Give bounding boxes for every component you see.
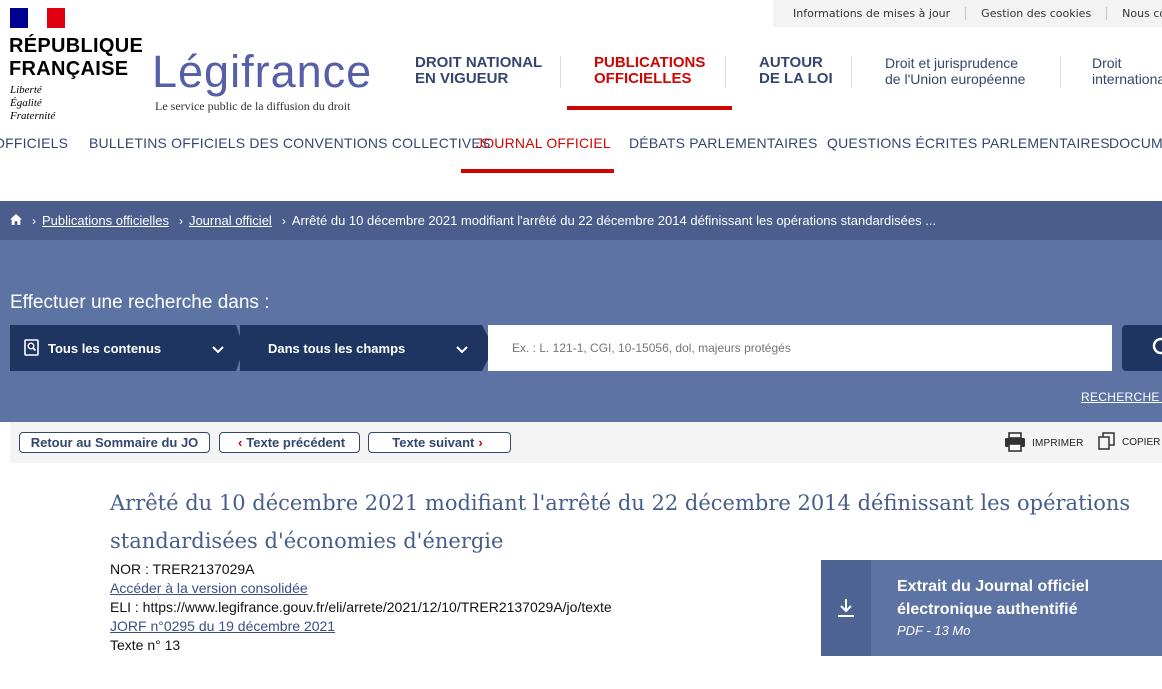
download-size: PDF - 13 Mo <box>897 623 971 638</box>
subnav-officiels[interactable]: OFFICIELS <box>0 135 68 151</box>
eli-value: ELI : https://www.legifrance.gouv.fr/eli… <box>110 599 612 615</box>
chevron-right-icon: › <box>281 213 286 228</box>
contact-link[interactable]: Nous contacter <box>1106 7 1162 20</box>
breadcrumb-publications[interactable]: Publications officielles <box>42 213 169 228</box>
subnav-bulletins-conventions[interactable]: BULLETINS OFFICIELS DES CONVENTIONS COLL… <box>89 135 491 151</box>
breadcrumb: › Publications officielles › Journal off… <box>0 201 1162 240</box>
legifrance-logo[interactable]: Légifrance <box>152 44 372 100</box>
nav-label-line1: Droit <box>1092 55 1122 71</box>
subnav-questions-ecrites[interactable]: QUESTIONS ÉCRITES PARLEMENTAIRES <box>827 135 1110 151</box>
copy-label: COPIER LE TEXTE <box>1122 437 1162 448</box>
content-scope-value: Tous les contenus <box>48 340 162 356</box>
search-document-icon <box>24 339 40 360</box>
back-to-summary-button[interactable]: Retour au Sommaire du JO <box>19 432 210 453</box>
chevron-right-icon: › <box>32 213 36 228</box>
devise-egalite: Égalité <box>10 97 42 109</box>
rf-line2: FRANÇAISE <box>9 58 129 80</box>
subnav-active-indicator <box>461 169 614 173</box>
back-label: Retour au Sommaire du JO <box>30 435 199 450</box>
search-submit-button[interactable] <box>1122 325 1162 371</box>
nav-label-line2: EN VIGUEUR <box>415 70 509 87</box>
republique-francaise-logo[interactable]: RÉPUBLIQUE FRANÇAISE <box>9 35 143 81</box>
document-title-line1: Arrêté du 10 décembre 2021 modifiant l'a… <box>110 491 1131 515</box>
search-input[interactable] <box>488 325 1112 371</box>
utility-bar: Informations de mises à jour Gestion des… <box>773 0 1162 27</box>
tagline: Le service public de la diffusion du dro… <box>155 99 351 113</box>
rf-line1: RÉPUBLIQUE <box>9 35 144 57</box>
download-title-line2: électronique authentifié <box>897 601 1078 618</box>
copy-icon <box>1098 432 1116 453</box>
next-text-button[interactable]: Texte suivant › <box>368 432 511 453</box>
nav-label-line2: OFFICIELLES <box>594 70 692 87</box>
nav-publications-officielles[interactable]: PUBLICATIONS OFFICIELLES <box>594 55 705 105</box>
updates-info-link[interactable]: Informations de mises à jour <box>773 7 965 20</box>
printer-icon <box>1004 432 1026 455</box>
nav-divider <box>1060 56 1061 88</box>
nav-label-line2: de l'Union européenne <box>885 71 1026 87</box>
marianne-flag-icon <box>10 8 65 28</box>
nav-label-line2: international <box>1092 71 1162 87</box>
download-authentic-extract[interactable]: Extrait du Journal officiel électronique… <box>821 560 1162 656</box>
print-button[interactable]: IMPRIMER <box>1004 432 1084 455</box>
document-title-line2: standardisées d'économies d'énergie <box>110 529 504 553</box>
nav-divider <box>725 56 726 88</box>
subnav-journal-officiel[interactable]: JOURNAL OFFICIEL <box>476 135 611 151</box>
nav-label-line1: DROIT NATIONAL <box>415 54 543 71</box>
jorf-link[interactable]: JORF n°0295 du 19 décembre 2021 <box>110 618 335 634</box>
home-icon[interactable] <box>10 213 22 228</box>
previous-label: Texte précédent <box>246 435 346 450</box>
subnav-debats-parlementaires[interactable]: DÉBATS PARLEMENTAIRES <box>629 135 818 151</box>
document-toolbar: Retour au Sommaire du JO ‹ Texte précéde… <box>10 422 1162 463</box>
advanced-search-link[interactable]: RECHERCHE AVANCÉE <box>1081 390 1162 404</box>
content-scope-select[interactable]: Tous les contenus <box>10 325 236 371</box>
nav-label-line1: Droit et jurisprudence <box>885 55 1019 71</box>
search-title: Effectuer une recherche dans : <box>10 292 270 313</box>
chevron-right-icon: › <box>178 213 183 228</box>
field-scope-value: Dans tous les champs <box>268 340 406 356</box>
nor-value: NOR : TRER2137029A <box>110 561 255 577</box>
breadcrumb-journal-officiel[interactable]: Journal officiel <box>189 213 272 228</box>
chevron-left-icon: ‹ <box>237 435 243 450</box>
field-scope-select[interactable]: Dans tous les champs <box>240 325 482 371</box>
nav-divider <box>560 56 561 88</box>
nav-droit-international[interactable]: Droit international <box>1092 55 1162 105</box>
download-icon <box>821 560 871 656</box>
download-title-line1: Extrait du Journal officiel <box>897 578 1090 595</box>
devise: Liberté Égalité Fraternité <box>10 84 55 123</box>
cookies-link[interactable]: Gestion des cookies <box>965 7 1106 20</box>
nav-droit-union-europeenne[interactable]: Droit et jurisprudence de l'Union europé… <box>885 55 1025 105</box>
nav-divider <box>851 56 852 88</box>
texte-number: Texte n° 13 <box>110 637 181 653</box>
nav-label-line1: PUBLICATIONS <box>594 54 706 71</box>
next-label: Texte suivant <box>392 435 475 450</box>
breadcrumb-current: Arrêté du 10 décembre 2021 modifiant l'a… <box>291 213 937 228</box>
consolidated-version-link[interactable]: Accéder à la version consolidée <box>110 580 308 596</box>
nav-label-line2: DE LA LOI <box>759 70 833 87</box>
subnav-documents[interactable]: DOCUMENTS <box>1109 135 1162 151</box>
chevron-down-icon <box>212 342 224 357</box>
chevron-down-icon <box>456 342 468 357</box>
document-title: Arrêté du 10 décembre 2021 modifiant l'a… <box>110 484 1162 560</box>
search-section: Effectuer une recherche dans : Tous les … <box>0 240 1162 422</box>
download-title: Extrait du Journal officiel électronique… <box>897 575 1147 621</box>
copy-text-button[interactable]: COPIER LE TEXTE <box>1098 432 1162 453</box>
sub-navigation: OFFICIELS BULLETINS OFFICIELS DES CONVEN… <box>0 122 1162 174</box>
devise-liberte: Liberté <box>10 84 42 96</box>
nav-droit-national[interactable]: DROIT NATIONAL EN VIGUEUR <box>415 55 542 105</box>
nav-active-indicator <box>567 106 732 110</box>
nav-autour-de-la-loi[interactable]: AUTOUR DE LA LOI <box>759 55 833 105</box>
print-label: IMPRIMER <box>1032 438 1084 449</box>
search-icon <box>1152 337 1162 363</box>
chevron-right-icon: › <box>478 435 483 450</box>
nav-label-line1: AUTOUR <box>759 54 823 71</box>
previous-text-button[interactable]: ‹ Texte précédent <box>219 432 360 453</box>
